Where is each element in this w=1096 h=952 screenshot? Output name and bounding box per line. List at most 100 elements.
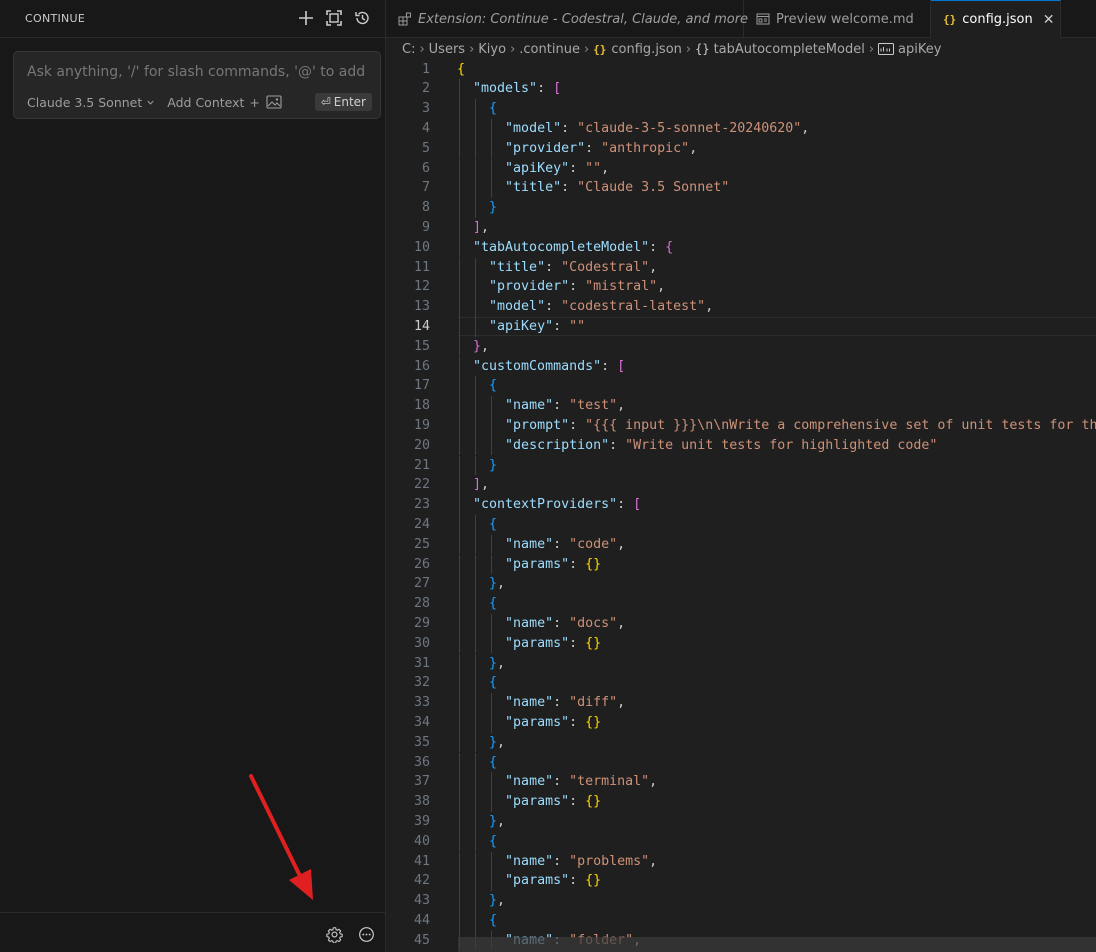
gear-icon[interactable] xyxy=(325,925,343,943)
breadcrumb-item[interactable]: Users xyxy=(429,42,465,57)
code-line[interactable]: 4 "model": "claude-3-5-sonnet-20240620", xyxy=(386,119,1096,139)
code-line[interactable]: 8 } xyxy=(386,198,1096,218)
plus-icon[interactable] xyxy=(297,8,315,28)
code-line[interactable]: 15 }, xyxy=(386,337,1096,357)
close-icon[interactable]: ✕ xyxy=(1043,12,1055,28)
code-line[interactable]: 41 "name": "problems", xyxy=(386,852,1096,872)
fullscreen-icon[interactable] xyxy=(325,8,343,28)
more-icon[interactable] xyxy=(357,925,375,943)
code-line[interactable]: 16 "customCommands": [ xyxy=(386,357,1096,377)
code-line[interactable]: 7 "title": "Claude 3.5 Sonnet" xyxy=(386,178,1096,198)
line-number: 29 xyxy=(413,615,430,631)
line-number: 42 xyxy=(413,873,430,889)
code-line[interactable]: 26 "params": {} xyxy=(386,555,1096,575)
line-number: 15 xyxy=(413,338,430,354)
indent-guide xyxy=(475,455,476,476)
code-line[interactable]: 39 }, xyxy=(386,812,1096,832)
tab-label: Preview welcome.md xyxy=(776,11,914,27)
code-line[interactable]: 42 "params": {} xyxy=(386,871,1096,891)
line-number: 27 xyxy=(413,576,430,592)
code-line[interactable]: 17 { xyxy=(386,376,1096,396)
code-line[interactable]: 28 { xyxy=(386,594,1096,614)
horizontal-scrollbar[interactable] xyxy=(458,937,1096,952)
code-line[interactable]: 31 }, xyxy=(386,654,1096,674)
code-line[interactable]: 43 }, xyxy=(386,891,1096,911)
line-number: 44 xyxy=(413,912,430,928)
history-icon[interactable] xyxy=(353,8,371,28)
indent-guide xyxy=(475,316,476,337)
line-number: 12 xyxy=(413,279,430,295)
breadcrumb-drive[interactable]: C: xyxy=(402,42,415,57)
line-number: 45 xyxy=(413,932,430,948)
sidebar-footer xyxy=(0,912,385,952)
line-content: "title": "Codestral", xyxy=(489,259,658,275)
code-line[interactable]: 35 }, xyxy=(386,733,1096,753)
code-line[interactable]: 30 "params": {} xyxy=(386,634,1096,654)
indent-guide xyxy=(475,772,476,793)
code-line[interactable]: 13 "model": "codestral-latest", xyxy=(386,297,1096,317)
indent-guide xyxy=(459,613,460,634)
chat-input[interactable] xyxy=(27,62,369,82)
code-line[interactable]: 18 "name": "test", xyxy=(386,396,1096,416)
code-line[interactable]: 29 "name": "docs", xyxy=(386,614,1096,634)
breadcrumb-item[interactable]: .continue xyxy=(519,42,580,57)
code-line[interactable]: 36 { xyxy=(386,753,1096,773)
code-line[interactable]: 40 { xyxy=(386,832,1096,852)
code-line[interactable]: 34 "params": {} xyxy=(386,713,1096,733)
indent-guide xyxy=(459,891,460,911)
model-selector[interactable]: Claude 3.5 Sonnet xyxy=(27,95,155,110)
code-line[interactable]: 37 "name": "terminal", xyxy=(386,772,1096,792)
code-line[interactable]: 11 "title": "Codestral", xyxy=(386,258,1096,278)
code-line[interactable]: 38 "params": {} xyxy=(386,792,1096,812)
indent-guide xyxy=(475,732,476,753)
image-icon[interactable] xyxy=(266,95,282,109)
breadcrumb-item[interactable]: Kiyo xyxy=(478,42,506,57)
line-content: "model": "codestral-latest", xyxy=(489,299,714,315)
indent-guide xyxy=(475,257,476,278)
indent-guide xyxy=(459,574,460,595)
line-number: 17 xyxy=(413,378,430,394)
tab-extension-continue[interactable]: Extension: Continue - Codestral, Claude,… xyxy=(386,0,748,38)
indent-guide xyxy=(459,79,460,100)
code-line[interactable]: 14 "apiKey": "" xyxy=(386,316,1096,337)
code-line[interactable]: 19 "prompt": "{{{ input }}}\n\nWrite a c… xyxy=(386,416,1096,436)
indent-guide xyxy=(459,673,460,694)
code-line[interactable]: 25 "name": "code", xyxy=(386,535,1096,555)
enter-button[interactable]: ⏎ Enter xyxy=(314,93,372,111)
code-line[interactable]: 21 } xyxy=(386,456,1096,476)
indent-guide xyxy=(459,752,460,773)
indent-guide xyxy=(459,851,460,872)
code-line[interactable]: 6 "apiKey": "", xyxy=(386,159,1096,179)
line-number: 31 xyxy=(413,655,430,671)
code-line[interactable]: 10 "tabAutocompleteModel": { xyxy=(386,238,1096,258)
code-line[interactable]: 33 "name": "diff", xyxy=(386,693,1096,713)
code-line[interactable]: 24 { xyxy=(386,515,1096,535)
breadcrumb-object[interactable]: {} tabAutocompleteModel xyxy=(695,42,865,57)
code-line[interactable]: 32 { xyxy=(386,673,1096,693)
code-line[interactable]: 44 { xyxy=(386,911,1096,931)
breadcrumb-file[interactable]: {} config.json xyxy=(593,42,682,57)
add-context-button[interactable]: Add Context + xyxy=(167,95,260,110)
code-editor[interactable]: 1{2 "models": [3 {4 "model": "claude-3-5… xyxy=(386,59,1096,952)
line-content: { xyxy=(489,833,498,849)
code-line[interactable]: 12 "provider": "mistral", xyxy=(386,277,1096,297)
line-number: 6 xyxy=(421,160,430,176)
code-line[interactable]: 1{ xyxy=(386,60,1096,80)
tab-config-json[interactable]: {} config.json ✕ xyxy=(931,0,1061,38)
code-line[interactable]: 2 "models": [ xyxy=(386,79,1096,99)
code-line[interactable]: 23 "contextProviders": [ xyxy=(386,495,1096,515)
code-line[interactable]: 3 { xyxy=(386,99,1096,119)
string-field-icon xyxy=(878,43,895,55)
tab-preview-welcome[interactable]: Preview welcome.md xyxy=(744,0,931,38)
code-line[interactable]: 27 }, xyxy=(386,574,1096,594)
code-line[interactable]: 5 "provider": "anthropic", xyxy=(386,139,1096,159)
code-line[interactable]: 9 ], xyxy=(386,218,1096,238)
code-line[interactable]: 22 ], xyxy=(386,475,1096,495)
breadcrumb-field[interactable]: apiKey xyxy=(878,42,941,57)
line-number: 36 xyxy=(413,754,430,770)
code-line[interactable]: 20 "description": "Write unit tests for … xyxy=(386,436,1096,456)
chevron-right-icon: › xyxy=(868,41,875,57)
indent-guide xyxy=(475,99,476,119)
indent-guide xyxy=(459,871,460,892)
indent-guide xyxy=(475,534,476,555)
